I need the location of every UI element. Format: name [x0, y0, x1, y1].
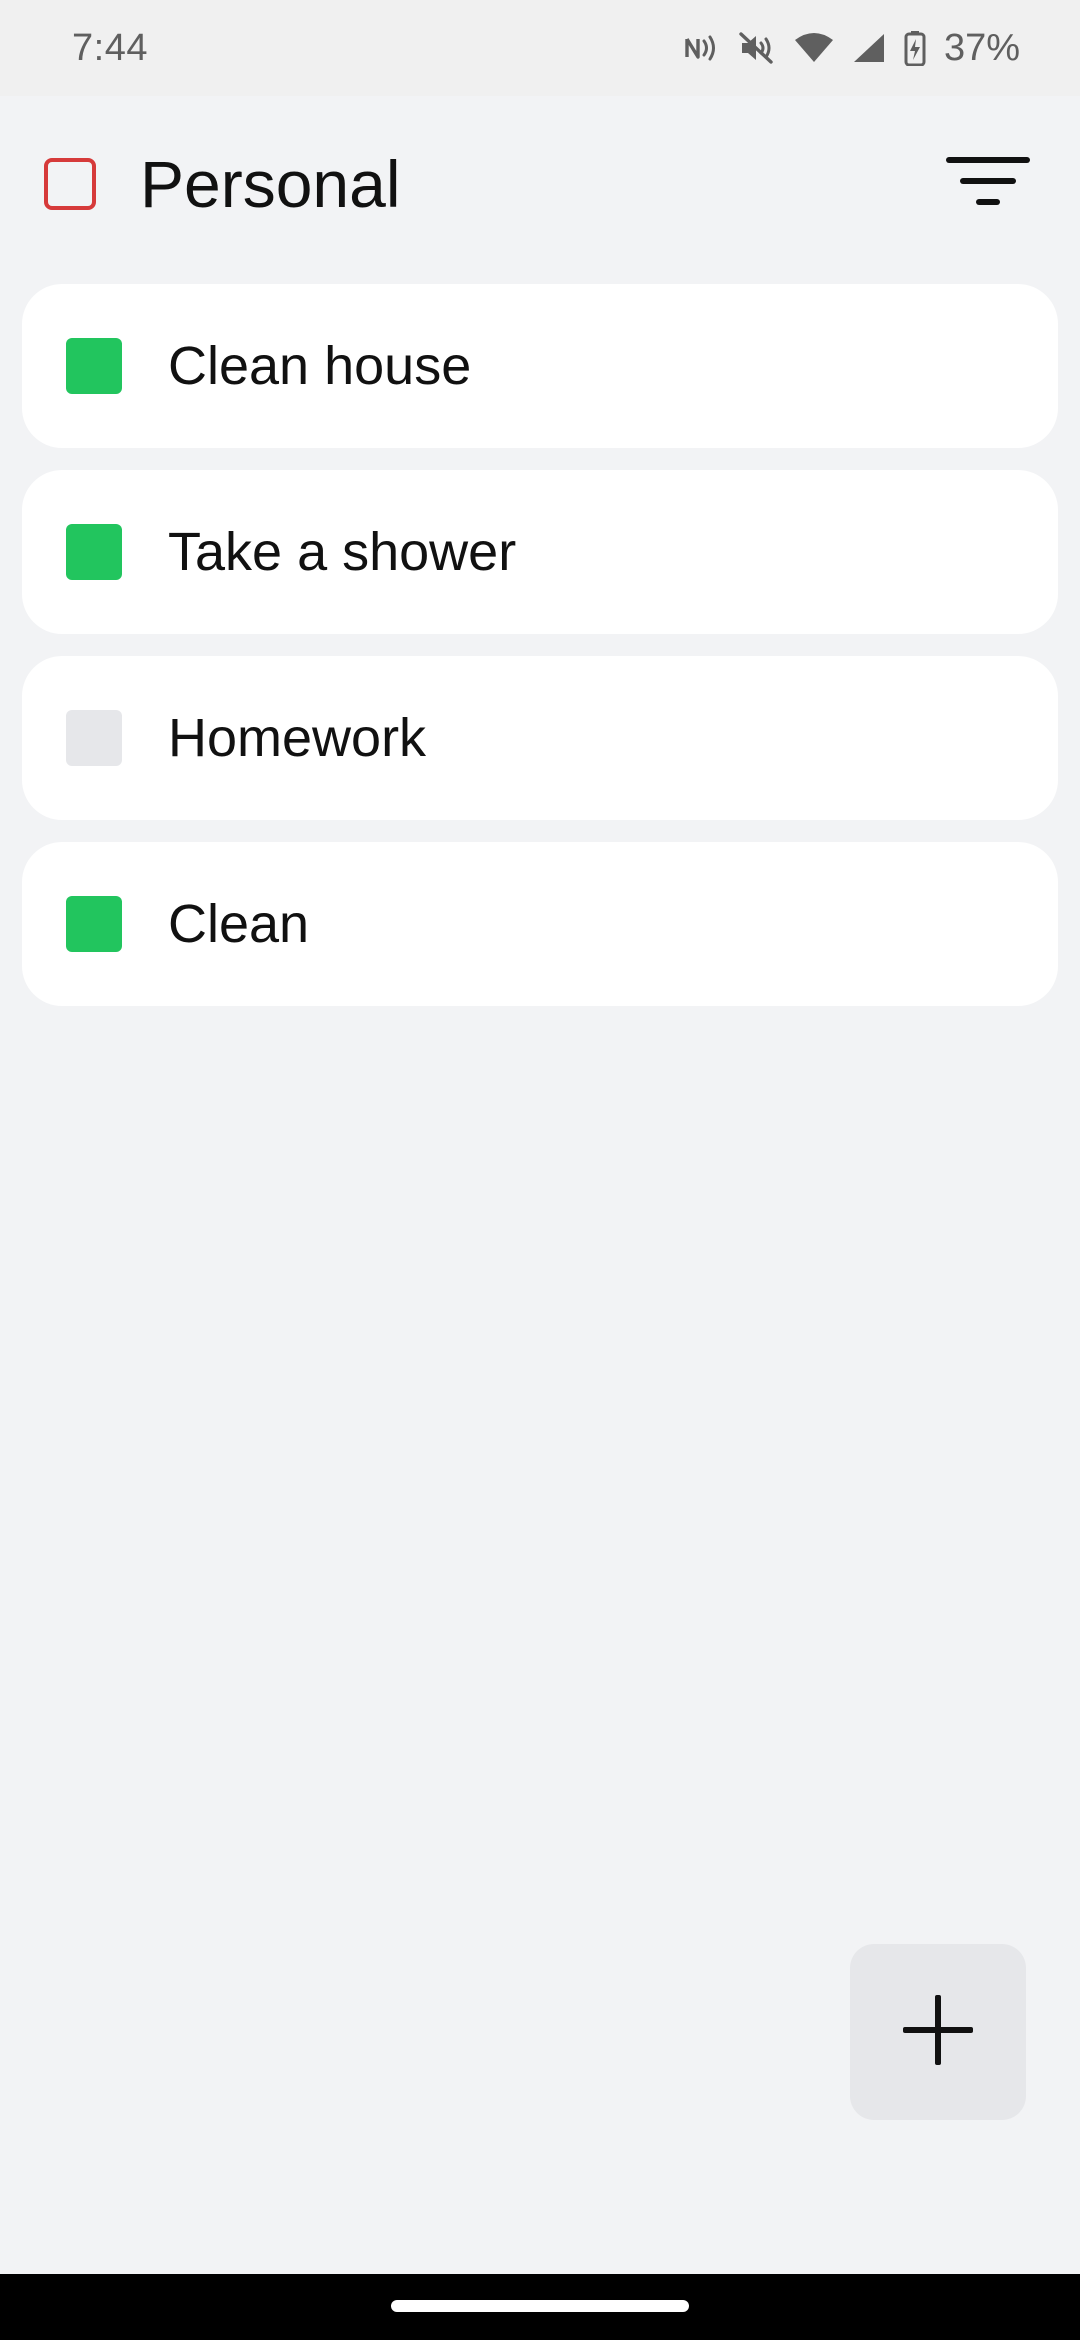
- status-time: 7:44: [72, 26, 148, 69]
- task-list: Clean house Take a shower Homework Clean: [22, 284, 1058, 1006]
- list-color-indicator[interactable]: [44, 158, 96, 210]
- filter-button[interactable]: [940, 136, 1036, 232]
- task-checkbox[interactable]: [66, 338, 122, 394]
- cell-signal-icon: [852, 32, 886, 64]
- task-label: Clean house: [168, 336, 472, 396]
- task-checkbox[interactable]: [66, 524, 122, 580]
- task-label: Homework: [168, 708, 427, 768]
- task-checkbox[interactable]: [66, 896, 122, 952]
- list-header: Personal: [0, 96, 1080, 272]
- mute-icon: [738, 31, 776, 65]
- home-gesture-handle[interactable]: [391, 2300, 689, 2312]
- task-item[interactable]: Take a shower: [22, 470, 1058, 634]
- task-label: Take a shower: [168, 522, 517, 582]
- battery-percent: 37%: [943, 26, 1020, 69]
- task-item[interactable]: Clean house: [22, 284, 1058, 448]
- task-item[interactable]: Homework: [22, 656, 1058, 820]
- add-task-button[interactable]: [850, 1944, 1026, 2120]
- plus-icon: [903, 1994, 973, 2070]
- nfc-icon: [684, 33, 720, 63]
- status-bar: 7:44 37%: [0, 0, 1080, 96]
- status-icons: 37%: [684, 27, 1020, 70]
- task-label: Clean: [168, 894, 310, 954]
- battery-charging-icon: [904, 30, 926, 66]
- screen: 7:44 37% Personal Clean house Take a sho…: [0, 0, 1080, 2340]
- filter-icon: [946, 156, 1030, 212]
- list-title[interactable]: Personal: [140, 146, 940, 222]
- navigation-bar: [0, 2274, 1080, 2340]
- wifi-icon: [794, 32, 834, 64]
- task-item[interactable]: Clean: [22, 842, 1058, 1006]
- task-checkbox[interactable]: [66, 710, 122, 766]
